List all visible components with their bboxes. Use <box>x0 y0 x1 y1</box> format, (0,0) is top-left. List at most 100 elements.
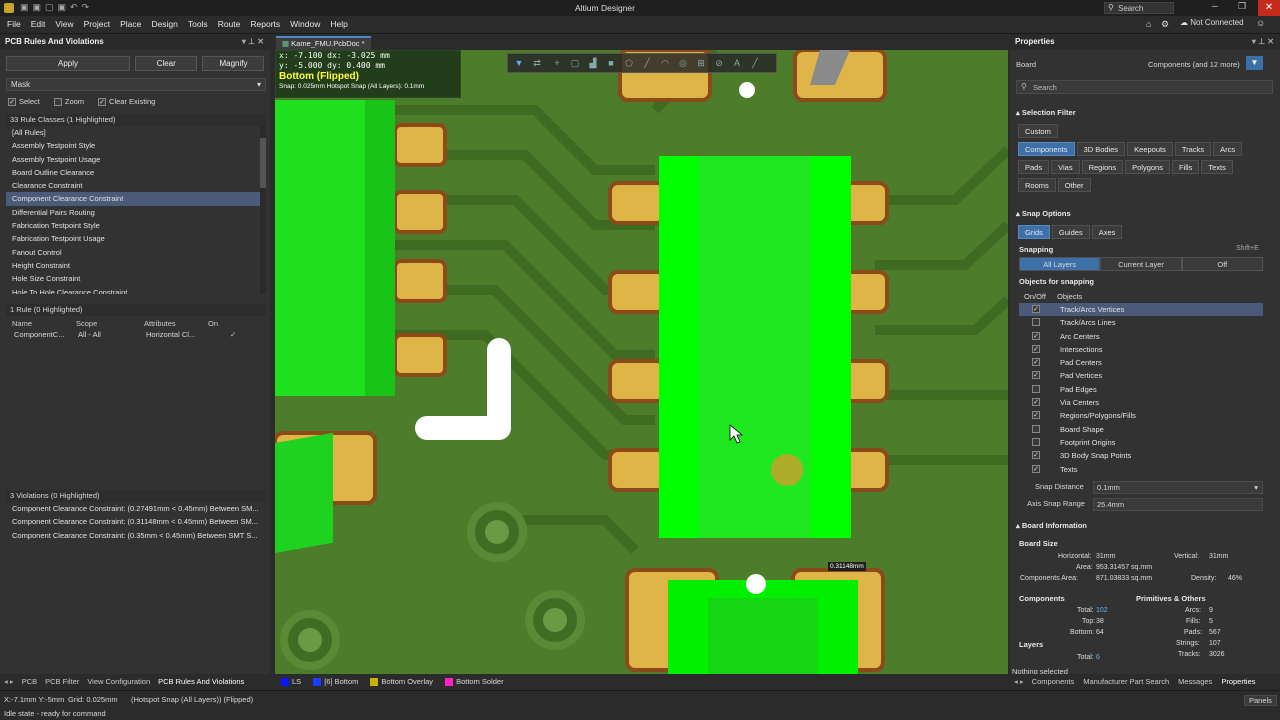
draw-line-icon[interactable]: ╱ <box>750 58 760 68</box>
filter-regions[interactable]: Regions <box>1081 160 1124 174</box>
fill-icon[interactable]: ■ <box>606 58 616 68</box>
panel-pin-icon[interactable]: ▾ ⊥ ✕ <box>242 34 264 50</box>
filter-other[interactable]: Other <box>1057 178 1091 192</box>
snap-object-row[interactable]: ✓ Via Centers <box>1019 396 1263 409</box>
checkbox[interactable]: ✓ <box>1032 451 1040 460</box>
option-clear-existing[interactable]: ✓ Clear Existing <box>98 97 155 107</box>
rule-on-checkbox[interactable]: ✓ <box>230 330 236 339</box>
rule-class-item[interactable]: Hole Size Constraint <box>6 272 260 285</box>
menu-project[interactable]: Project <box>79 16 115 33</box>
gear-icon[interactable]: ⚙ <box>1161 19 1169 30</box>
filter-rooms[interactable]: Rooms <box>1018 178 1056 192</box>
option-select[interactable]: ✓ Select <box>8 97 40 107</box>
rule-class-item[interactable]: Assembly Testpoint Style <box>6 139 260 152</box>
rule-class-item[interactable]: Fanout Control <box>6 246 260 259</box>
filter-polygons[interactable]: Polygons <box>1125 160 1170 174</box>
checkbox[interactable]: ✓ <box>98 98 107 107</box>
line-icon[interactable]: ╱ <box>642 58 652 68</box>
panel-tab[interactable]: Properties <box>1221 677 1255 686</box>
via-icon[interactable]: ◎ <box>678 58 688 68</box>
filter-components[interactable]: Components <box>1018 142 1075 156</box>
route-icon[interactable]: ⇄ <box>532 58 542 68</box>
violation-item[interactable]: Component Clearance Constraint: (0.31148… <box>6 515 266 528</box>
checkbox[interactable]: ✓ <box>1032 344 1040 353</box>
snap-object-row[interactable]: Track/Arcs Lines <box>1019 316 1263 329</box>
snap-object-row[interactable]: ✓ Intersections <box>1019 343 1263 356</box>
apply-button[interactable]: Apply <box>6 56 130 71</box>
menu-reports[interactable]: Reports <box>245 16 285 33</box>
snap-mode-off[interactable]: Off <box>1181 257 1263 271</box>
filter-keepouts[interactable]: Keepouts <box>1127 142 1173 156</box>
panel-tab[interactable]: Manufacturer Part Search <box>1083 677 1169 686</box>
violation-item[interactable]: Component Clearance Constraint: (0.27491… <box>6 502 266 515</box>
filter-fills[interactable]: Fills <box>1171 160 1200 174</box>
menu-view[interactable]: View <box>50 16 78 33</box>
checkbox[interactable]: ✓ <box>8 98 16 107</box>
checkbox[interactable] <box>1032 424 1040 433</box>
filter-button[interactable]: ▼ <box>1246 56 1263 70</box>
snap-grids[interactable]: Grids <box>1018 225 1050 239</box>
snap-object-row[interactable]: ✓ Arc Centers <box>1019 330 1263 343</box>
menu-window[interactable]: Window <box>285 16 325 33</box>
select-rect-icon[interactable]: ▢ <box>570 58 580 68</box>
board-info-title[interactable]: ▴ Board Information <box>1016 521 1087 530</box>
snap-axes[interactable]: Axes <box>1091 225 1123 239</box>
mode-select[interactable]: Mask ▾ <box>6 78 266 91</box>
rule-class-item[interactable]: Hole To Hole Clearance Constraint <box>6 286 260 294</box>
clear-button[interactable]: Clear <box>135 56 198 71</box>
total-link[interactable]: 102 <box>1096 607 1108 614</box>
keepout-icon[interactable]: ⊘ <box>714 58 724 68</box>
axis-range-input[interactable]: 25.4mm <box>1093 498 1263 511</box>
checkbox[interactable]: ✓ <box>1032 331 1040 340</box>
filter-icon[interactable]: ▼ <box>514 58 524 68</box>
filter-arcs[interactable]: Arcs <box>1213 142 1243 156</box>
checkbox[interactable] <box>1032 437 1040 446</box>
rule-class-item[interactable]: Assembly Testpoint Usage <box>6 153 260 166</box>
snap-object-row[interactable]: Pad Edges <box>1019 383 1263 396</box>
polygon-icon[interactable]: ⬠ <box>624 58 634 68</box>
panel-tab[interactable]: Components <box>1032 677 1075 686</box>
snap-object-row[interactable]: Board Shape <box>1019 423 1263 436</box>
panel-tab[interactable]: View Configuration <box>87 677 150 686</box>
tab-scroll-icon[interactable]: ◂ ▸ <box>1014 677 1024 686</box>
menu-edit[interactable]: Edit <box>26 16 51 33</box>
checkbox[interactable] <box>1032 318 1040 327</box>
rule-class-item[interactable]: Board Outline Clearance <box>6 166 260 179</box>
rule-class-item[interactable]: Component Clearance Constraint <box>6 192 260 206</box>
pcb-canvas[interactable]: x: -7.100 dx: -3.025 mm y: -5.000 dy: 0.… <box>275 50 1008 674</box>
rules-column-header[interactable]: Attributes <box>144 319 176 328</box>
magnify-button[interactable]: Magnify <box>202 56 265 71</box>
filter-3d-bodies[interactable]: 3D Bodies <box>1076 142 1126 156</box>
home-icon[interactable]: ⌂ <box>1146 19 1151 29</box>
menu-place[interactable]: Place <box>115 16 146 33</box>
text-icon[interactable]: A <box>732 58 742 68</box>
panel-menu-icon[interactable]: ▾ ⊥ ✕ <box>1252 34 1274 50</box>
menu-route[interactable]: Route <box>213 16 246 33</box>
snap-object-row[interactable]: ✓ Texts <box>1019 463 1263 476</box>
rule-class-item[interactable]: Clearance Constraint <box>6 179 260 192</box>
snap-distance-select[interactable]: 0.1mm ▾ <box>1093 481 1263 494</box>
checkbox[interactable]: ✓ <box>1032 371 1040 380</box>
tab-scroll-icon[interactable]: ◂ ▸ <box>4 677 14 686</box>
rule-class-item[interactable]: Differential Pairs Routing <box>6 206 260 219</box>
rule-scope[interactable]: All - All <box>78 330 101 339</box>
menu-file[interactable]: File <box>2 16 26 33</box>
rule-name[interactable]: ComponentC... <box>14 330 64 339</box>
menu-tools[interactable]: Tools <box>183 16 213 33</box>
rule-class-item[interactable]: [All Rules] <box>6 126 260 139</box>
snap-object-row[interactable]: ✓ Pad Centers <box>1019 356 1263 369</box>
close-button[interactable]: ✕ <box>1258 0 1280 16</box>
layer-tab[interactable]: LS <box>281 677 301 687</box>
rules-column-header[interactable]: Scope <box>76 319 97 328</box>
tab-pcbdoc[interactable]: ▦ Kame_FMU.PcbDoc * <box>276 36 371 50</box>
checkbox[interactable] <box>1032 384 1040 393</box>
snap-object-row[interactable]: ✓ Track/Arcs Vertices <box>1019 303 1263 317</box>
panel-tab[interactable]: PCB Rules And Violations <box>158 677 244 686</box>
filter-vias[interactable]: Vias <box>1051 160 1080 174</box>
rule-class-item[interactable]: Fabrication Testpoint Usage <box>6 232 260 245</box>
snap-object-row[interactable]: Footprint Origins <box>1019 436 1263 449</box>
violation-item[interactable]: Component Clearance Constraint: (0.35mm … <box>6 529 266 542</box>
connection-status[interactable]: ☁ Not Connected <box>1180 18 1244 27</box>
checkbox[interactable] <box>53 98 62 107</box>
rules-column-header[interactable]: Name <box>12 319 32 328</box>
